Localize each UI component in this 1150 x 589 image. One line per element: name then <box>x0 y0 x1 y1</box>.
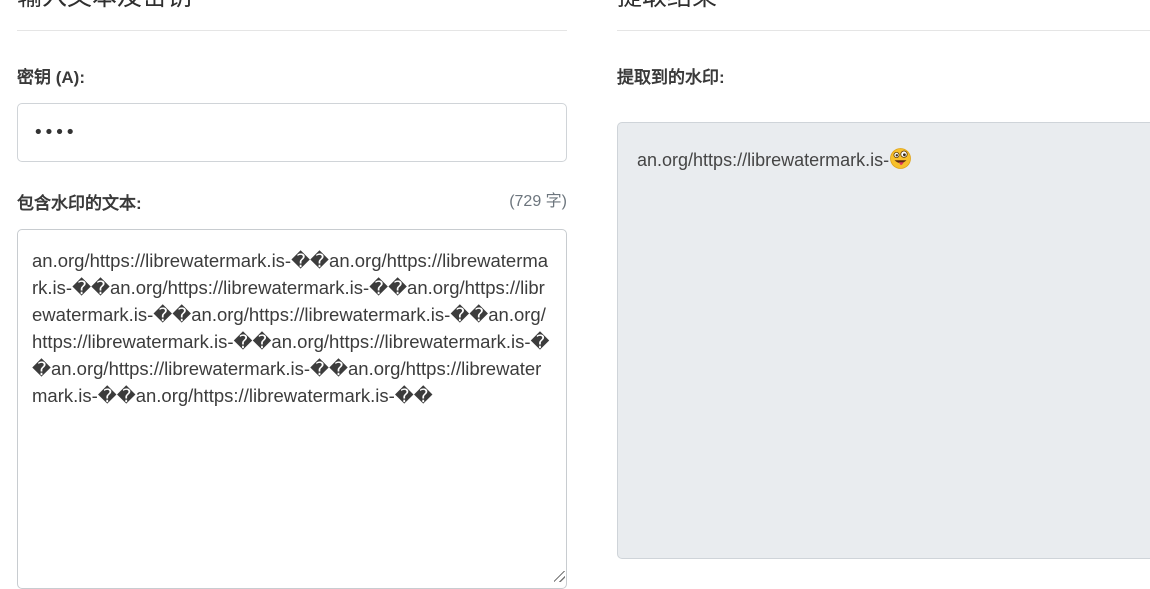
result-section-title: 提取结果 <box>617 0 717 12</box>
input-section-divider <box>17 30 567 31</box>
zany-face-emoji-icon <box>890 148 911 174</box>
key-label: 密钥 (A): <box>17 68 85 87</box>
result-section-divider <box>617 30 1150 31</box>
watermarked-text-label: 包含水印的文本: <box>17 194 142 213</box>
textarea-resize-handle[interactable] <box>554 571 565 582</box>
char-count: (729 字) <box>509 193 567 210</box>
result-panel: 提取结果 提取到的水印: an.org/https://librewaterma… <box>617 0 1150 584</box>
extracted-watermark-text: an.org/https://librewatermark.is- <box>637 150 890 170</box>
extracted-watermark-label: 提取到的水印: <box>617 68 725 87</box>
input-section-title: 输入文本及密钥 <box>17 0 192 12</box>
watermarked-text-input[interactable]: an.org/https://librewatermark.is-��an.or… <box>17 229 567 589</box>
extracted-watermark-output: an.org/https://librewatermark.is- <box>617 122 1150 559</box>
input-panel: 输入文本及密钥 密钥 (A): 包含水印的文本: (729 字) an.org/… <box>17 0 567 589</box>
key-input[interactable] <box>17 103 567 162</box>
